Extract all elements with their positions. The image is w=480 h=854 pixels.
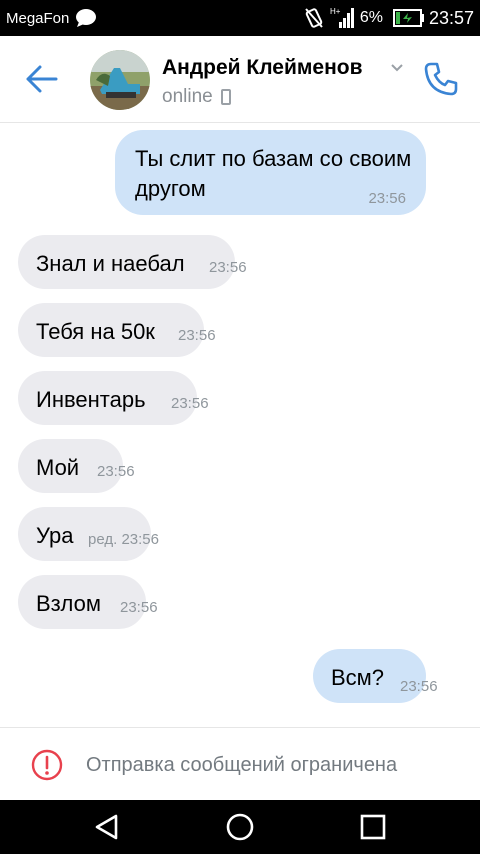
call-button[interactable] [422,60,460,98]
system-navigation-bar [0,800,480,854]
online-status: online [162,86,213,107]
messaging-restricted-banner: Отправка сообщений ограничена [0,727,480,801]
signal-icon: H+ [330,6,356,30]
message-bubble-incoming[interactable]: Взлом 23:56 [18,575,158,629]
message-bubble-incoming[interactable]: Инвентарь 23:56 [18,371,209,425]
presence-status: online [162,86,231,108]
message-text: Всм? [331,665,385,690]
avatar[interactable] [90,50,150,110]
message-text: Взлом [36,591,101,616]
chevron-down-icon[interactable] [390,63,404,73]
battery-charging-icon [392,9,425,27]
message-time: 23:56 [368,190,406,207]
chat-header: Андрей Клейменов online [0,36,480,123]
message-bubble-incoming[interactable]: Тебя на 50к 23:56 [18,303,216,357]
message-bubble-outgoing[interactable]: Всм? 23:56 [313,649,438,703]
phone-icon [424,62,458,96]
message-time: 23:56 [209,259,247,276]
back-button[interactable] [24,62,60,96]
nav-back-button[interactable] [91,811,123,843]
message-time: 23:56 [97,463,135,480]
message-notification-icon [75,8,97,28]
status-bar: MegaFon H+ 6% 23:57 [0,0,480,36]
message-time-edited: ред. 23:56 [88,531,159,548]
triangle-back-icon [95,814,118,840]
message-bubble-outgoing[interactable]: Ты слит по базам со своим другом 23:56 [115,130,426,215]
square-recents-icon [360,814,386,840]
message-text: Ура [36,523,74,548]
network-type-label: H+ [330,7,341,16]
vibrate-icon [304,7,324,29]
message-text: другом [135,176,206,201]
clock: 23:57 [428,7,474,28]
message-text: Тебя на 50к [36,319,155,344]
message-time: 23:56 [400,678,438,695]
message-bubble-incoming[interactable]: Знал и наебал 23:56 [18,235,247,289]
message-bubble-incoming[interactable]: Ура ред. 23:56 [18,507,159,561]
carrier-label: MegaFon [6,9,70,27]
message-bubble-incoming[interactable]: Мой 23:56 [18,439,135,493]
nav-recents-button[interactable] [357,811,389,843]
alert-circle-icon [31,749,63,781]
message-time: 23:56 [171,395,209,412]
message-text: Мой [36,455,80,480]
nav-home-button[interactable] [224,811,256,843]
message-time: 23:56 [178,327,216,344]
circle-home-icon [226,813,254,841]
message-text: Ты слит по базам со своим [135,146,412,171]
message-list[interactable]: Ты слит по базам со своим другом 23:56 З… [0,122,480,726]
contact-name[interactable]: Андрей Клейменов [162,56,363,80]
message-text: Знал и наебал [36,251,185,276]
message-text: Инвентарь [36,387,146,412]
message-time: 23:56 [120,599,158,616]
restricted-message: Отправка сообщений ограничена [86,754,398,776]
battery-percent: 6% [359,9,383,26]
arrow-left-icon [26,65,58,93]
mobile-device-icon [220,89,231,105]
